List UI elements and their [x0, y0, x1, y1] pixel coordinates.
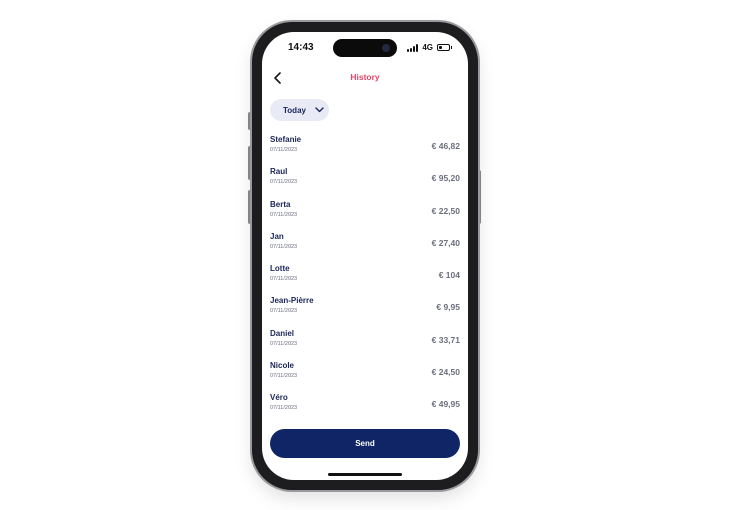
transaction-name: Jean-Pièrre — [270, 296, 314, 306]
stage: 14:43 4G History Today Stefanie 07/11/20… — [0, 0, 730, 510]
transaction-name: Jan — [270, 231, 284, 241]
transaction-date: 07/11/2023 — [270, 405, 298, 412]
transaction-amount: € 24,50 — [431, 367, 460, 378]
transaction-amount: € 46,82 — [431, 141, 460, 151]
status-indicators: 4G — [407, 43, 452, 52]
home-indicator[interactable] — [328, 473, 402, 476]
list-item[interactable]: Jan 07/11/2023 € 27,40 — [262, 229, 468, 261]
list-item[interactable]: Véro 07/11/2023 € 49,95 — [262, 390, 468, 422]
list-item[interactable]: Jean-Pièrre 07/11/2023 € 9,95 — [262, 293, 468, 325]
status-time: 14:43 — [288, 42, 314, 53]
transaction-date: 07/11/2023 — [270, 243, 298, 250]
transaction-date: 07/11/2023 — [270, 373, 298, 380]
transaction-name: Stefanie — [270, 135, 302, 144]
date-filter-dropdown[interactable]: Today — [270, 99, 329, 121]
list-item[interactable]: Stefanie 07/11/2023 € 46,82 — [262, 132, 468, 164]
battery-level — [439, 46, 442, 49]
transaction-name: Lotte — [270, 264, 290, 274]
signal-icon — [407, 43, 419, 52]
list-item[interactable]: Daniel 07/11/2023 € 33,71 — [262, 326, 468, 358]
transaction-date: 07/11/2023 — [270, 340, 298, 347]
transaction-date: 07/11/2023 — [270, 308, 298, 315]
transaction-amount: € 104 — [438, 270, 460, 281]
transaction-date: 07/11/2023 — [270, 179, 298, 186]
list-item[interactable]: Lotte 07/11/2023 € 104 — [262, 261, 468, 293]
list-item[interactable]: Berta 07/11/2023 € 22,50 — [262, 197, 468, 229]
network-label: 4G — [422, 43, 433, 52]
transaction-name: Berta — [270, 199, 291, 209]
dynamic-island — [333, 39, 397, 57]
transaction-amount: € 49,95 — [431, 399, 460, 410]
transaction-amount: € 33,71 — [431, 334, 460, 345]
date-filter-label: Today — [283, 105, 306, 115]
transaction-name: Raul — [270, 167, 288, 177]
transaction-date: 07/11/2023 — [270, 211, 298, 218]
transaction-amount: € 9,95 — [436, 302, 460, 313]
transaction-date: 07/11/2023 — [270, 276, 298, 283]
page-title: History — [350, 72, 380, 82]
transaction-date: 07/11/2023 — [270, 147, 298, 153]
transaction-amount: € 95,20 — [431, 173, 460, 184]
phone-screen: 14:43 4G History Today Stefanie 07/11/20… — [262, 32, 468, 480]
transaction-name: Daniel — [270, 328, 295, 338]
transaction-name: Véro — [270, 393, 288, 403]
transaction-list: Stefanie 07/11/2023 € 46,82 Raul 07/11/2… — [262, 132, 468, 423]
chevron-down-icon — [315, 107, 324, 113]
battery-icon — [437, 44, 452, 51]
transaction-amount: € 22,50 — [431, 205, 460, 216]
transaction-name: Nicole — [270, 361, 295, 371]
list-item[interactable]: Nicole 07/11/2023 € 24,50 — [262, 358, 468, 390]
list-item[interactable]: Raul 07/11/2023 € 95,20 — [262, 164, 468, 196]
send-button[interactable]: Send — [270, 429, 460, 458]
transaction-amount: € 27,40 — [431, 237, 460, 248]
camera-icon — [382, 44, 390, 52]
